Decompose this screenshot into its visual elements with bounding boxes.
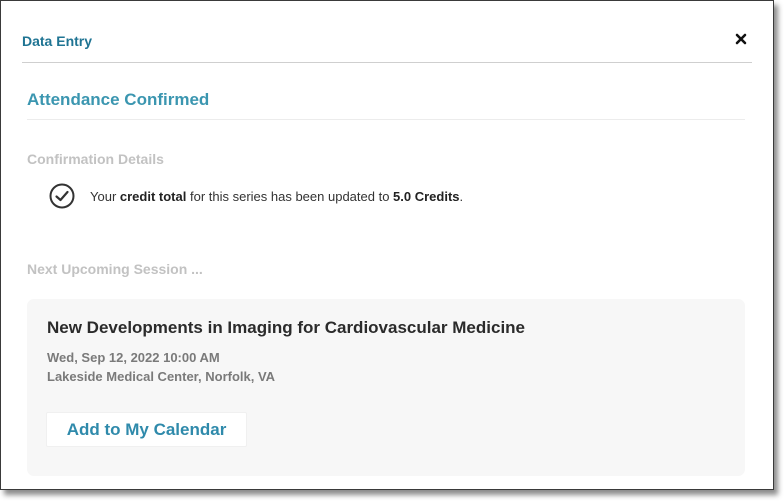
add-to-calendar-button[interactable]: Add to My Calendar (46, 412, 247, 447)
next-session-label: Next Upcoming Session ... (27, 261, 203, 277)
check-circle-icon (49, 183, 75, 209)
session-location: Lakeside Medical Center, Norfolk, VA (47, 369, 276, 384)
confirmation-text: Your credit total for this series has be… (90, 189, 463, 204)
heading-divider (27, 119, 745, 120)
confirmation-text-middle: for this series has been updated to (186, 188, 394, 204)
credit-total-label: credit total (119, 188, 187, 204)
confirmation-text-prefix: Your (90, 188, 120, 204)
session-datetime: Wed, Sep 12, 2022 10:00 AM (47, 350, 220, 365)
close-icon (735, 33, 747, 45)
confirmation-details-label: Confirmation Details (27, 151, 164, 167)
modal-header: Data Entry (22, 21, 752, 63)
page-heading: Attendance Confirmed (27, 90, 210, 109)
modal-title: Data Entry (22, 33, 93, 49)
close-button[interactable] (734, 32, 748, 46)
confirmation-text-suffix: . (459, 188, 464, 204)
session-title: New Developments in Imaging for Cardiova… (47, 318, 526, 337)
credit-value: 5.0 Credits (393, 188, 460, 204)
modal-dialog: Data Entry Attendance Confirmed Confirma… (0, 0, 774, 490)
session-card: New Developments in Imaging for Cardiova… (27, 299, 745, 476)
confirmation-message: Your credit total for this series has be… (48, 182, 463, 210)
